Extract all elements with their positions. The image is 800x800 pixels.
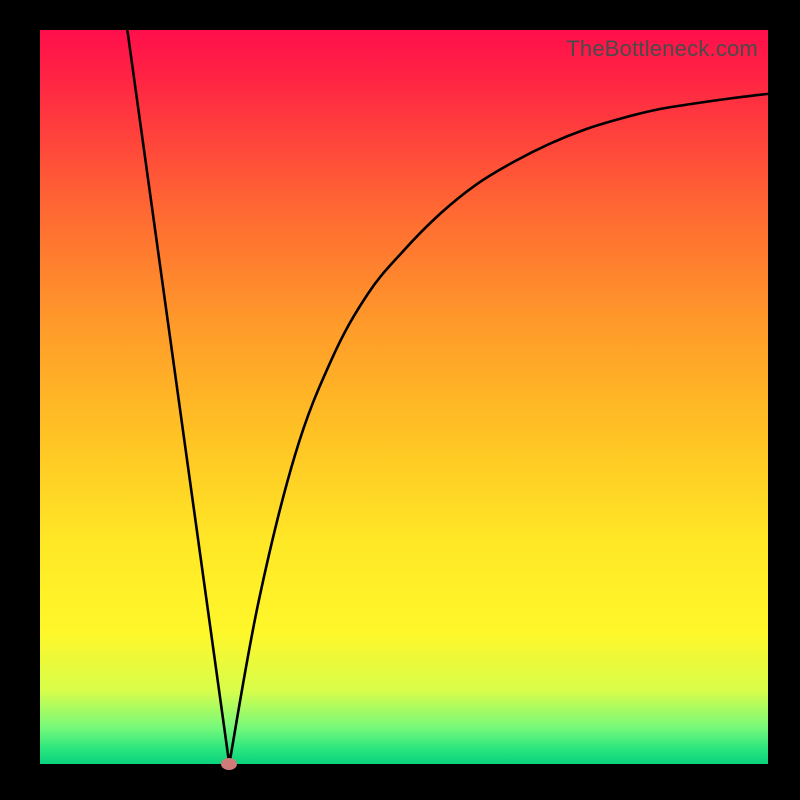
- minimum-marker: [221, 758, 237, 770]
- watermark-text: TheBottleneck.com: [566, 36, 758, 62]
- bottleneck-curve-path: [127, 30, 768, 764]
- chart-svg: [40, 30, 768, 764]
- plot-area: TheBottleneck.com: [40, 30, 768, 764]
